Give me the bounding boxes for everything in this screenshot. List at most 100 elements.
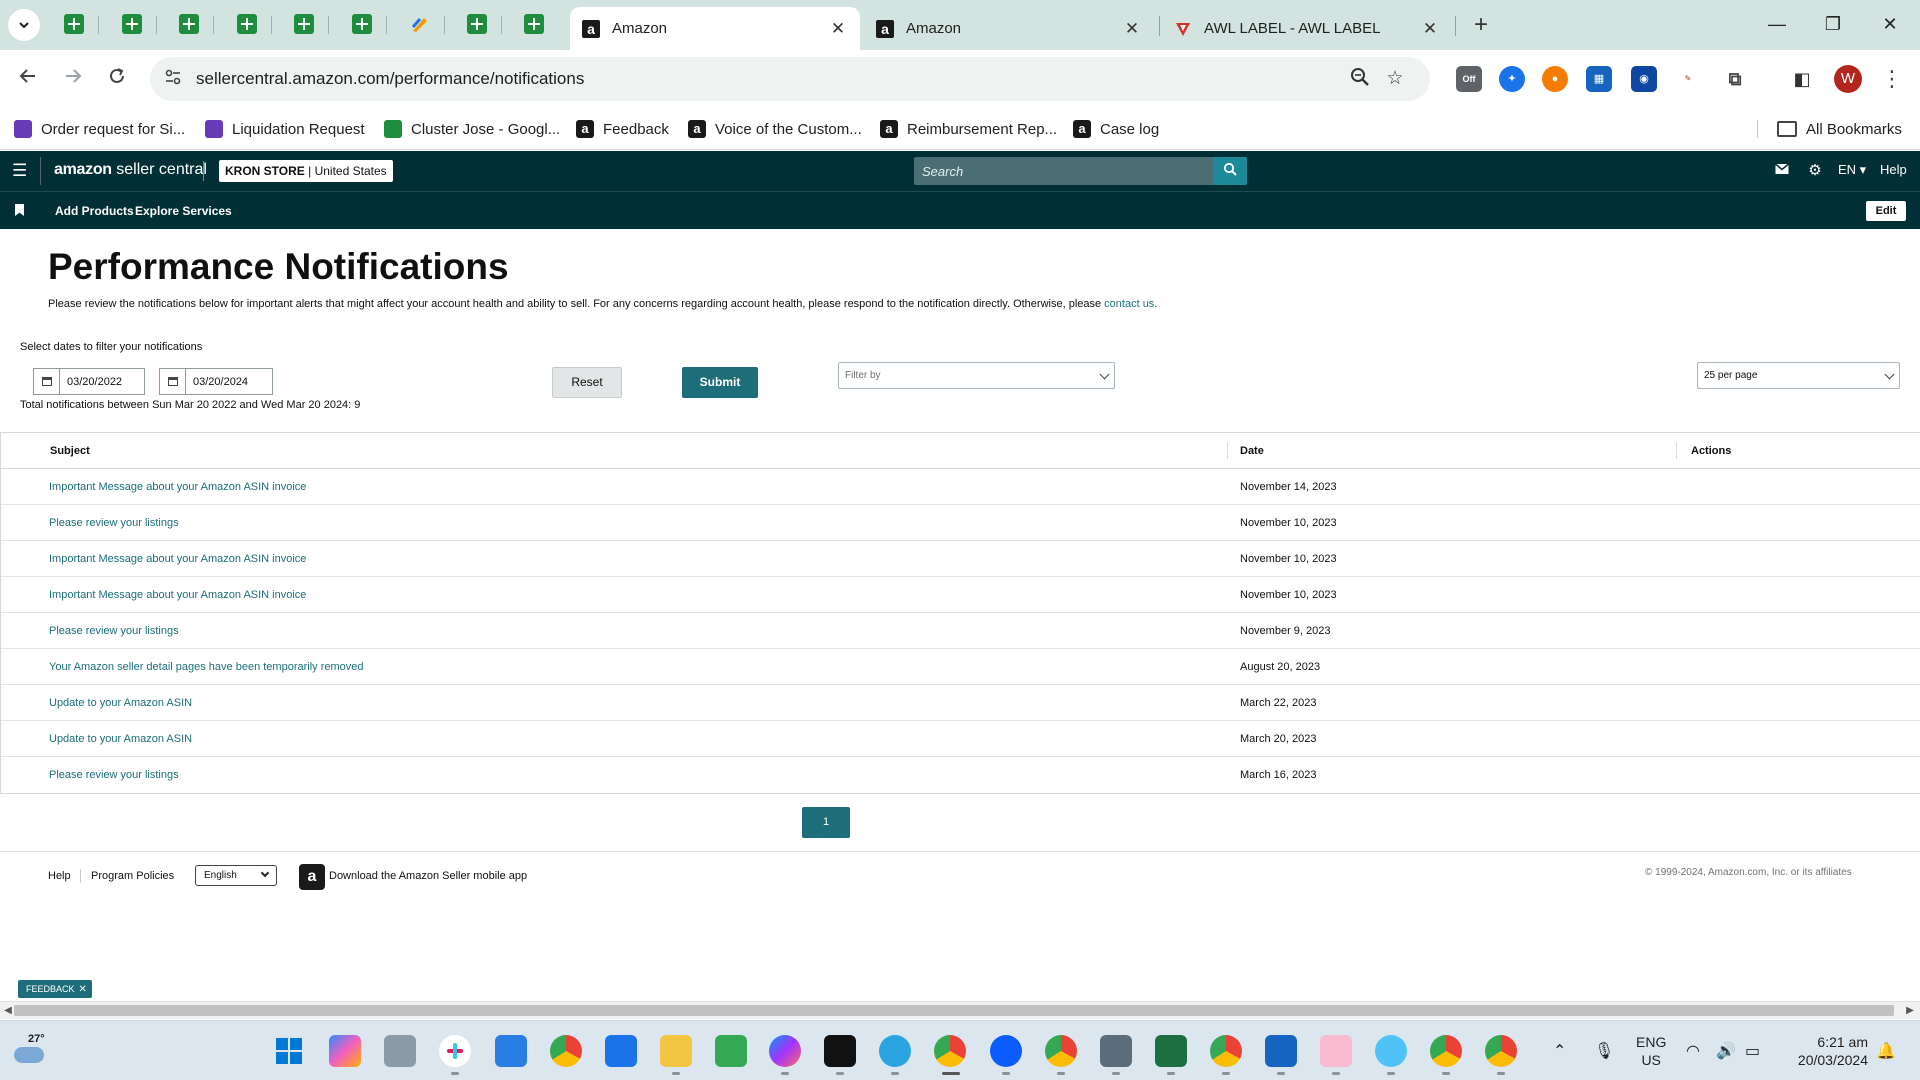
tab-amazon-active[interactable]: a Amazon ✕: [570, 7, 860, 50]
pinned-tab-sheets-3[interactable]: [178, 13, 200, 35]
scroll-left-icon[interactable]: ◀: [2, 1004, 14, 1018]
scrollbar-thumb[interactable]: [14, 1005, 1894, 1016]
notification-bell-icon[interactable]: 🔔: [1876, 1041, 1896, 1061]
bookmark-reimbursement[interactable]: a Reimbursement Rep...: [880, 118, 1057, 140]
zoom-icon[interactable]: [990, 1035, 1022, 1067]
feedback-tab[interactable]: FEEDBACK ✕: [18, 980, 92, 998]
task-view-icon[interactable]: [384, 1035, 416, 1067]
close-icon[interactable]: ✕: [828, 19, 848, 39]
footer-language-select[interactable]: English: [195, 865, 277, 886]
file-explorer-icon[interactable]: [660, 1035, 692, 1067]
slack-icon[interactable]: [439, 1035, 471, 1067]
back-button[interactable]: [12, 63, 44, 95]
clock[interactable]: 6:21 am 20/03/2024: [1788, 1033, 1868, 1069]
notification-subject-link[interactable]: Please review your listings: [49, 517, 179, 529]
bookmark-case-log[interactable]: a Case log: [1073, 118, 1159, 140]
copilot-icon[interactable]: [329, 1035, 361, 1067]
pagination-page-1[interactable]: 1: [802, 807, 850, 838]
subnav-explore-services[interactable]: Explore Services: [135, 204, 232, 218]
mobile-app-link[interactable]: Download the Amazon Seller mobile app: [329, 870, 527, 882]
store-switcher[interactable]: KRON STORE | United States: [219, 160, 393, 182]
notification-subject-link[interactable]: Update to your Amazon ASIN: [49, 697, 192, 709]
pig-app-icon[interactable]: [1320, 1035, 1352, 1067]
footer-program-policies-link[interactable]: Program Policies: [91, 870, 174, 882]
microphone-icon[interactable]: 🎙: [1594, 1041, 1614, 1061]
chrome-profile-icon[interactable]: [934, 1035, 966, 1067]
forward-button[interactable]: [57, 63, 89, 95]
messenger-icon[interactable]: [769, 1035, 801, 1067]
calendar-icon[interactable]: [34, 369, 60, 394]
bookmark-order-request[interactable]: Order request for Si...: [14, 118, 185, 140]
chrome-icon[interactable]: [1210, 1035, 1242, 1067]
tray-overflow-icon[interactable]: ⌃: [1553, 1041, 1566, 1061]
hamburger-menu-icon[interactable]: ☰: [12, 162, 28, 180]
side-panel-icon[interactable]: ◧: [1789, 66, 1815, 92]
pinned-tab-sheets-7[interactable]: [466, 13, 488, 35]
close-icon[interactable]: ✕: [1122, 19, 1142, 39]
submit-button[interactable]: Submit: [682, 367, 758, 398]
extensions-puzzle-icon[interactable]: ⧉: [1722, 66, 1748, 92]
bookmark-voice-of-customer[interactable]: a Voice of the Custom...: [688, 118, 862, 140]
date-to-input[interactable]: [187, 369, 271, 394]
notification-subject-link[interactable]: Please review your listings: [49, 625, 179, 637]
bookmark-liquidation-request[interactable]: Liquidation Request: [205, 118, 365, 140]
column-header-date[interactable]: Date: [1240, 445, 1264, 457]
filter-by-select[interactable]: Filter by: [838, 362, 1115, 389]
footer-help-link[interactable]: Help: [48, 870, 71, 882]
chrome-icon[interactable]: [1045, 1035, 1077, 1067]
notification-subject-link[interactable]: Important Message about your Amazon ASIN…: [49, 481, 306, 493]
all-bookmarks-button[interactable]: All Bookmarks: [1777, 118, 1902, 140]
google-meet-icon[interactable]: [715, 1035, 747, 1067]
close-window-button[interactable]: ✕: [1870, 8, 1910, 40]
notification-subject-link[interactable]: Your Amazon seller detail pages have bee…: [49, 661, 364, 673]
bookmark-star-icon[interactable]: ☆: [1383, 67, 1407, 91]
tab-amazon-2[interactable]: a Amazon ✕: [864, 7, 1154, 50]
extension-globe-icon[interactable]: ✦: [1499, 66, 1525, 92]
address-bar[interactable]: sellercentral.amazon.com/performance/not…: [150, 57, 1430, 101]
date-from-input[interactable]: [61, 369, 143, 394]
notification-subject-link[interactable]: Important Message about your Amazon ASIN…: [49, 589, 306, 601]
notepad-icon[interactable]: [605, 1035, 637, 1067]
bookmark-feedback[interactable]: a Feedback: [576, 118, 669, 140]
globe-app-icon[interactable]: [1375, 1035, 1407, 1067]
chatgpt-icon[interactable]: [824, 1035, 856, 1067]
help-link[interactable]: Help: [1880, 162, 1907, 177]
battery-icon[interactable]: ▭: [1745, 1041, 1760, 1061]
site-settings-icon[interactable]: [162, 68, 184, 90]
chrome-icon[interactable]: [550, 1035, 582, 1067]
mail-icon[interactable]: [1774, 161, 1790, 181]
new-tab-button[interactable]: +: [1466, 10, 1496, 40]
tab-awl-label[interactable]: AWL LABEL - AWL LABEL ✕: [1162, 7, 1452, 50]
profile-avatar[interactable]: W: [1834, 65, 1862, 93]
weather-widget[interactable]: 27°: [12, 1031, 52, 1071]
search-input[interactable]: [914, 157, 1214, 185]
pinned-tab-sheets-1[interactable]: [63, 13, 85, 35]
reset-button[interactable]: Reset: [552, 367, 622, 398]
pinned-tab-sheets-5[interactable]: [293, 13, 315, 35]
extension-red-icon[interactable]: ✎: [1675, 66, 1701, 92]
bookmark-icon[interactable]: [15, 204, 24, 216]
telegram-icon[interactable]: [879, 1035, 911, 1067]
seller-central-logo[interactable]: amazon seller central: [54, 161, 207, 179]
pinned-tab-pencil[interactable]: [409, 13, 431, 35]
excel-icon[interactable]: [1155, 1035, 1187, 1067]
minimize-button[interactable]: —: [1757, 8, 1797, 40]
calendar-icon[interactable]: [160, 369, 186, 394]
edit-button[interactable]: Edit: [1866, 201, 1906, 221]
column-header-subject[interactable]: Subject: [50, 445, 90, 457]
contact-us-link[interactable]: contact us: [1104, 298, 1154, 310]
extension-blue-icon[interactable]: ◉: [1631, 66, 1657, 92]
extension-orange-icon[interactable]: ●: [1542, 66, 1568, 92]
pinned-tab-sheets-2[interactable]: [121, 13, 143, 35]
browser-menu-icon[interactable]: ⋮: [1880, 64, 1904, 94]
language-selector[interactable]: EN ▾: [1838, 162, 1866, 178]
wifi-icon[interactable]: ◠: [1686, 1041, 1700, 1061]
pinned-tab-sheets-8[interactable]: [523, 13, 545, 35]
extension-grid-icon[interactable]: ▦: [1586, 66, 1612, 92]
chrome-icon[interactable]: [1430, 1035, 1462, 1067]
pinned-tab-sheets-4[interactable]: [236, 13, 258, 35]
close-icon[interactable]: ✕: [1420, 19, 1440, 39]
mail-icon[interactable]: [495, 1035, 527, 1067]
extension-off-icon[interactable]: Off: [1456, 66, 1482, 92]
search-button[interactable]: [1213, 157, 1247, 185]
